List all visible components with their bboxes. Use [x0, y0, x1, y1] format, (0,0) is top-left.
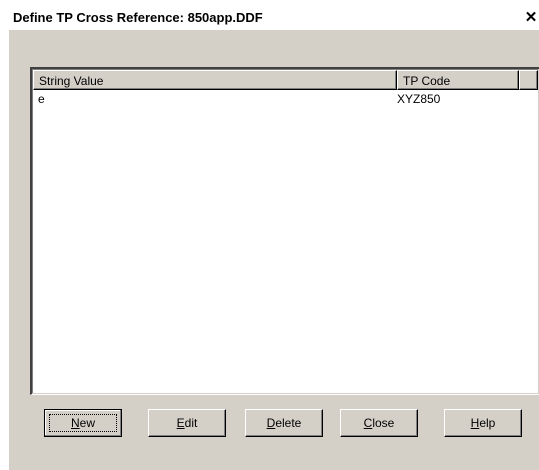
help-button[interactable]: Help	[444, 409, 522, 437]
delete-button[interactable]: Delete	[245, 409, 323, 437]
close-button-label: lose	[372, 416, 395, 430]
delete-button-mnemonic: D	[266, 416, 276, 430]
tp-code-cell: XYZ850	[397, 92, 441, 106]
new-button[interactable]: New	[44, 409, 122, 437]
window-title: Define TP Cross Reference: 850app.DDF	[13, 10, 263, 25]
help-button-label: elp	[479, 416, 496, 430]
column-header-string-value[interactable]: String Value	[33, 70, 397, 90]
column-header-empty	[519, 70, 538, 90]
title-bar: Define TP Cross Reference: 850app.DDF ✕	[9, 5, 539, 30]
delete-button-label: elete	[275, 416, 302, 430]
edit-button-label: dit	[184, 416, 198, 430]
string-value-cell: e	[38, 92, 45, 106]
list-row[interactable]: e XYZ850	[33, 92, 538, 108]
edit-button-mnemonic: E	[176, 416, 185, 430]
new-button-label: ew	[79, 416, 95, 430]
new-button-mnemonic: N	[70, 416, 80, 430]
cross-reference-list[interactable]: String Value TP Code e XYZ850	[30, 67, 539, 395]
close-icon[interactable]: ✕	[523, 10, 539, 27]
list-header: String Value TP Code	[33, 70, 538, 90]
edit-button[interactable]: Edit	[148, 409, 226, 437]
column-header-tp-code[interactable]: TP Code	[397, 70, 519, 90]
dialog-window: Define TP Cross Reference: 850app.DDF ✕ …	[8, 4, 539, 470]
close-button[interactable]: Close	[340, 409, 418, 437]
